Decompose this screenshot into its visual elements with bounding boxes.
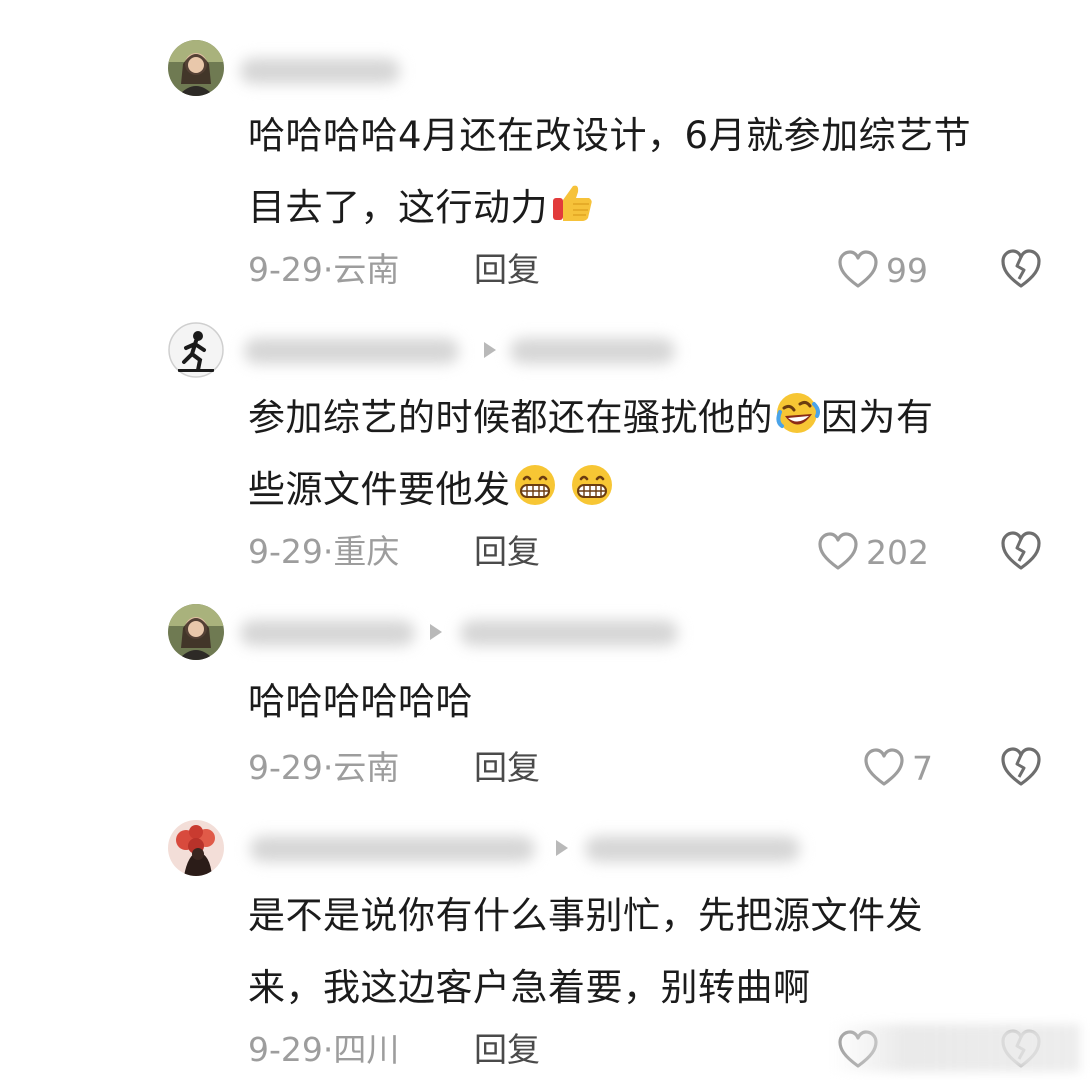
avatar-flower-icon bbox=[168, 820, 224, 876]
like-button[interactable]: 99 bbox=[836, 248, 928, 292]
comment-meta: 9-29·云南 bbox=[248, 746, 399, 790]
comment-location: 云南 bbox=[333, 748, 400, 787]
username-blurred[interactable] bbox=[240, 620, 415, 646]
comment-meta: 9-29·云南 bbox=[248, 248, 399, 292]
comment-line: 来，我这边客户急着要，别转曲啊 bbox=[248, 966, 811, 1009]
reply-to-username-blurred[interactable] bbox=[460, 620, 678, 646]
heart-outline-icon bbox=[838, 250, 878, 288]
meta-separator: · bbox=[322, 1030, 334, 1069]
broken-heart-icon bbox=[1001, 531, 1041, 570]
comment-text: 哈哈哈哈4月还在改设计，6月就参加综艺节 目去了，这行动力 bbox=[248, 100, 1048, 244]
reply-to-arrow-icon bbox=[430, 624, 442, 640]
like-count: 99 bbox=[886, 250, 928, 290]
reply-button[interactable]: 回复 bbox=[474, 248, 540, 292]
avatar[interactable] bbox=[168, 820, 224, 876]
avatar-photo-icon bbox=[168, 40, 224, 96]
reply-to-username-blurred[interactable] bbox=[510, 338, 675, 364]
broken-heart-icon bbox=[1001, 747, 1041, 786]
reply-to-username-blurred[interactable] bbox=[585, 836, 800, 862]
like-count: 7 bbox=[912, 748, 933, 788]
heart-outline-icon bbox=[864, 748, 904, 786]
like-button[interactable]: 202 bbox=[816, 530, 929, 574]
comment-line: 是不是说你有什么事别忙，先把源文件发 bbox=[248, 894, 923, 937]
comment-line: 参加综艺的时候都还在骚扰他的 因为有 bbox=[248, 382, 1048, 454]
reply-button[interactable]: 回复 bbox=[474, 746, 540, 790]
comment-meta: 9-29·四川 bbox=[248, 1028, 399, 1072]
comment-meta: 9-29·重庆 bbox=[248, 530, 399, 574]
comment-line-text: 参加综艺的时候都还在骚扰他的 bbox=[248, 396, 773, 439]
comment-date: 9-29 bbox=[248, 748, 323, 787]
avatar[interactable] bbox=[168, 604, 224, 660]
comment-location: 云南 bbox=[333, 250, 400, 289]
reply-button[interactable]: 回复 bbox=[474, 530, 540, 574]
thumbs-up-emoji-icon bbox=[549, 180, 595, 226]
rofl-emoji-icon bbox=[774, 390, 820, 436]
grin-emoji-icon bbox=[569, 462, 615, 508]
comment-location: 重庆 bbox=[333, 532, 400, 571]
comment-location: 四川 bbox=[333, 1030, 400, 1069]
comment-date: 9-29 bbox=[248, 250, 323, 289]
comment-text: 是不是说你有什么事别忙，先把源文件发 来，我这边客户急着要，别转曲啊 bbox=[248, 880, 1048, 1024]
comment-line: 些源文件要他发 bbox=[248, 454, 1048, 526]
comment-line-text: 因为有 bbox=[821, 396, 934, 439]
reply-to-arrow-icon bbox=[556, 840, 568, 856]
comment-text: 哈哈哈哈哈哈 bbox=[248, 666, 1048, 738]
reply-to-arrow-icon bbox=[484, 342, 496, 358]
comment-line: 哈哈哈哈4月还在改设计，6月就参加综艺节 bbox=[248, 114, 972, 157]
dislike-button[interactable] bbox=[998, 246, 1044, 292]
username-blurred[interactable] bbox=[240, 58, 400, 84]
like-button[interactable]: 7 bbox=[862, 746, 933, 790]
comment-line-text: 目去了，这行动力 bbox=[248, 186, 548, 229]
like-count: 202 bbox=[866, 532, 929, 572]
dislike-button[interactable] bbox=[998, 744, 1044, 790]
avatar[interactable] bbox=[168, 40, 224, 96]
comment-text: 参加综艺的时候都还在骚扰他的 因为有 些源文件要他发 bbox=[248, 382, 1048, 526]
avatar[interactable] bbox=[168, 322, 224, 378]
avatar-runner-icon bbox=[168, 322, 224, 378]
heart-outline-icon bbox=[818, 532, 858, 570]
grin-emoji-icon bbox=[512, 462, 558, 508]
meta-separator: · bbox=[322, 250, 334, 289]
avatar-photo-icon bbox=[168, 604, 224, 660]
comment-date: 9-29 bbox=[248, 532, 323, 571]
username-blurred[interactable] bbox=[250, 836, 535, 862]
reply-button[interactable]: 回复 bbox=[474, 1028, 540, 1072]
watermark-overlay bbox=[830, 1024, 1080, 1072]
comment-line: 哈哈哈哈哈哈 bbox=[248, 680, 473, 723]
meta-separator: · bbox=[322, 532, 334, 571]
comment-date: 9-29 bbox=[248, 1030, 323, 1069]
comment-line-text: 些源文件要他发 bbox=[248, 468, 511, 511]
dislike-button[interactable] bbox=[998, 528, 1044, 574]
meta-separator: · bbox=[322, 748, 334, 787]
username-blurred[interactable] bbox=[244, 338, 459, 364]
broken-heart-icon bbox=[1001, 249, 1041, 288]
comment-line: 目去了，这行动力 bbox=[248, 172, 1048, 244]
